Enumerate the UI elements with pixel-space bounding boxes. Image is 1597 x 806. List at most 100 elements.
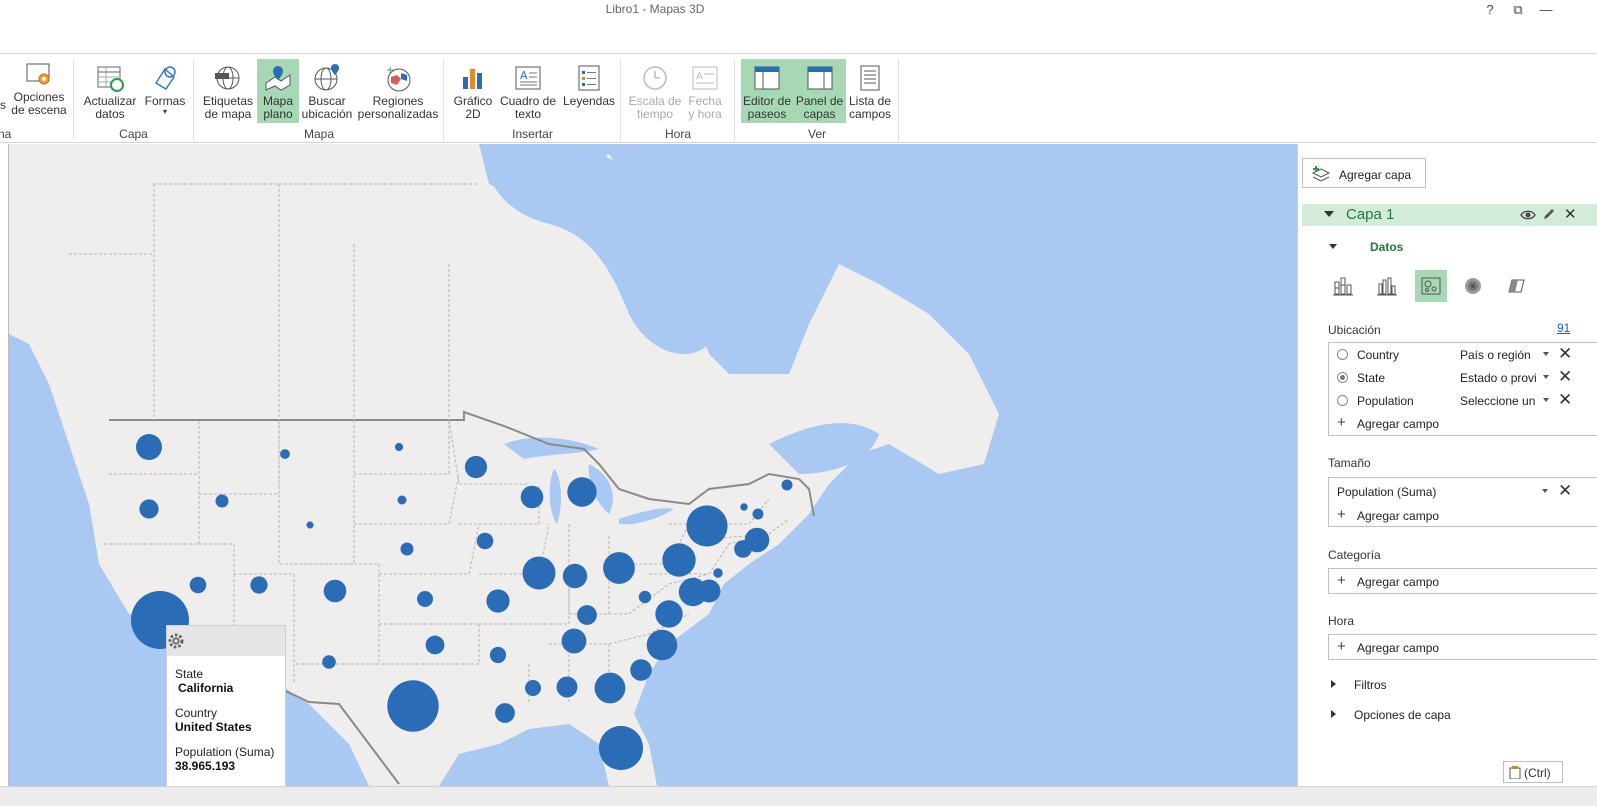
bubble-florida[interactable]: [598, 725, 644, 771]
location-row-country[interactable]: Country País o región ✕: [1329, 343, 1597, 366]
bubble-pennsylvania[interactable]: [662, 543, 696, 577]
bubble-chart-button[interactable]: [1415, 270, 1447, 302]
remove-field-icon[interactable]: ✕: [1558, 481, 1572, 500]
remove-field-icon[interactable]: ✕: [1558, 344, 1572, 363]
bubble-illinois[interactable]: [522, 556, 556, 590]
radio-state[interactable]: [1337, 372, 1348, 383]
bubble-south-carolina[interactable]: [630, 659, 652, 681]
field-type-state[interactable]: Estado o provi: [1460, 371, 1540, 385]
chart-2d-button[interactable]: Gráfico 2D: [451, 59, 495, 123]
partial-button-label[interactable]: s: [0, 99, 8, 113]
bubble-new-york[interactable]: [686, 505, 728, 547]
bubble-west-virginia[interactable]: [638, 590, 652, 604]
text-box-button[interactable]: A Cuadro de texto: [497, 59, 559, 123]
bubble-new-hampshire[interactable]: [752, 508, 764, 520]
radio-country[interactable]: [1337, 349, 1348, 360]
find-location-button[interactable]: Buscar ubicación: [301, 59, 353, 123]
bubble-new-mexico[interactable]: [322, 655, 336, 669]
expand-triangle-icon[interactable]: [1331, 680, 1336, 688]
legend-button[interactable]: Leyendas: [561, 59, 617, 123]
bubble-virginia[interactable]: [655, 600, 683, 628]
bubble-indiana[interactable]: [562, 563, 588, 589]
gear-icon[interactable]: [167, 632, 185, 650]
field-type-population[interactable]: Seleccione un: [1460, 394, 1540, 408]
bubble-utah[interactable]: [250, 576, 268, 594]
paste-options-button[interactable]: (Ctrl): [1503, 761, 1563, 783]
layer-header[interactable]: Capa 1 ✕: [1302, 204, 1597, 226]
bubble-north-carolina[interactable]: [646, 629, 678, 661]
bubble-washington[interactable]: [136, 434, 162, 460]
bubble-maine[interactable]: [781, 479, 793, 491]
map-canvas[interactable]: State California Country United States P…: [8, 144, 1298, 786]
remove-field-icon[interactable]: ✕: [1558, 367, 1572, 386]
size-field-name[interactable]: Population (Suma): [1337, 485, 1436, 499]
remove-field-icon[interactable]: ✕: [1558, 390, 1572, 409]
layer-pane-button[interactable]: Panel de capas: [793, 59, 846, 123]
bubble-ohio[interactable]: [603, 552, 635, 584]
bubble-kansas[interactable]: [417, 591, 433, 607]
bubble-louisiana[interactable]: [495, 703, 515, 723]
restore-button[interactable]: ⧉: [1507, 2, 1529, 18]
time-add-field[interactable]: + Agregar campo: [1329, 636, 1597, 659]
add-layer-button[interactable]: Agregar capa: [1302, 158, 1426, 188]
help-button[interactable]: ?: [1479, 2, 1501, 17]
stacked-column-button[interactable]: [1327, 270, 1359, 302]
bubble-nebraska[interactable]: [400, 542, 414, 556]
bubble-wisconsin[interactable]: [520, 485, 544, 509]
bubble-arkansas[interactable]: [489, 646, 507, 664]
minimize-button[interactable]: —: [1535, 2, 1557, 17]
radio-population[interactable]: [1337, 395, 1348, 406]
filters-section[interactable]: Filtros: [1354, 678, 1387, 692]
bubble-connecticut[interactable]: [734, 540, 752, 558]
bubble-mississippi[interactable]: [525, 680, 541, 696]
field-type-country[interactable]: País o región: [1460, 348, 1540, 362]
map-labels-button[interactable]: Etiquetas de mapa: [201, 59, 255, 123]
shapes-button[interactable]: Formas ▾: [140, 59, 190, 123]
location-link[interactable]: 91: [1557, 321, 1570, 335]
layer-options-section[interactable]: Opciones de capa: [1354, 708, 1451, 722]
custom-regions-button[interactable]: + Regiones personalizadas: [355, 59, 441, 123]
bubble-oregon[interactable]: [139, 499, 159, 519]
bubble-tennessee[interactable]: [561, 628, 587, 654]
flat-map-button[interactable]: Mapa plano: [257, 59, 299, 123]
region-button[interactable]: [1501, 270, 1533, 302]
bubble-alabama[interactable]: [556, 676, 578, 698]
chevron-down-icon[interactable]: [1543, 398, 1549, 402]
datos-collapse-icon[interactable]: [1329, 244, 1337, 249]
location-row-state[interactable]: State Estado o provi ✕: [1329, 366, 1597, 389]
timeline-button[interactable]: Escala de tiempo: [628, 59, 682, 123]
heat-map-button[interactable]: [1457, 270, 1489, 302]
bubble-iowa[interactable]: [476, 532, 494, 550]
expand-triangle-icon[interactable]: [1331, 710, 1336, 718]
bubble-vermont[interactable]: [740, 503, 748, 511]
bubble-texas[interactable]: [387, 680, 439, 732]
bubble-oklahoma[interactable]: [425, 635, 445, 655]
bubble-colorado[interactable]: [323, 579, 347, 603]
tour-editor-button[interactable]: Editor de paseos: [741, 59, 793, 123]
field-list-button[interactable]: Lista de campos: [846, 59, 894, 123]
refresh-data-button[interactable]: Actualizar datos: [80, 59, 140, 123]
bubble-michigan[interactable]: [567, 477, 597, 507]
bubble-georgia[interactable]: [594, 672, 626, 704]
collapse-triangle-icon[interactable]: [1324, 211, 1334, 217]
scene-options-button[interactable]: Opciones de escena: [8, 55, 70, 119]
bubble-minnesota[interactable]: [464, 455, 488, 479]
bubble-idaho[interactable]: [215, 494, 229, 508]
location-add-field[interactable]: + Agregar campo: [1329, 412, 1597, 435]
clustered-column-button[interactable]: [1371, 270, 1403, 302]
bubble-kentucky[interactable]: [577, 605, 597, 625]
location-row-population[interactable]: Population Seleccione un ✕: [1329, 389, 1597, 412]
bubble-wyoming[interactable]: [306, 521, 314, 529]
bubble-montana[interactable]: [280, 449, 290, 459]
bubble-nevada[interactable]: [189, 576, 207, 594]
bubble-south-dakota[interactable]: [397, 495, 407, 505]
size-add-field[interactable]: + Agregar campo: [1329, 504, 1597, 527]
bubble-missouri[interactable]: [486, 589, 510, 613]
edit-icon[interactable]: [1542, 207, 1556, 221]
bubble-maryland[interactable]: [697, 579, 721, 603]
size-row[interactable]: Population (Suma) ✕: [1329, 478, 1597, 504]
chevron-down-icon[interactable]: [1542, 489, 1548, 493]
chevron-down-icon[interactable]: [1543, 352, 1549, 356]
category-add-field[interactable]: + Agregar campo: [1329, 570, 1597, 593]
bubble-north-dakota[interactable]: [394, 442, 404, 452]
